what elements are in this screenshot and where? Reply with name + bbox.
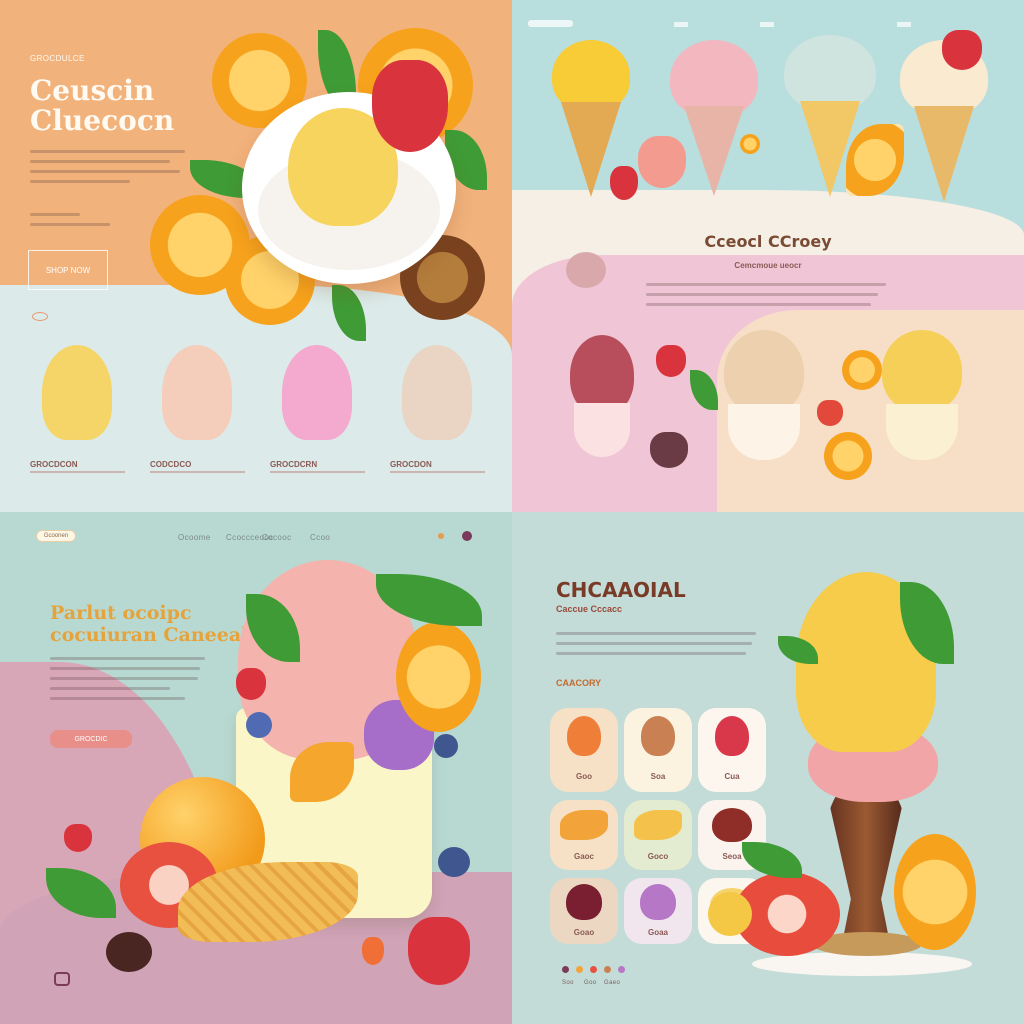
nav-link[interactable] bbox=[897, 22, 911, 27]
flavor-card-5[interactable]: Goco bbox=[624, 800, 692, 870]
shop-now-button[interactable]: SHOP NOW bbox=[28, 250, 108, 290]
strawberry-icon bbox=[372, 60, 448, 152]
product-label-2: CODCDCO bbox=[150, 460, 192, 469]
product-cone-strawberry[interactable] bbox=[670, 40, 758, 200]
hero-description bbox=[30, 150, 185, 190]
nav-link-3[interactable]: Cocooc bbox=[262, 533, 292, 542]
hero-title-line-2: cocuiuran Caneeall bbox=[50, 624, 256, 646]
hero-title: Ceuscin Cluecocn bbox=[30, 76, 174, 136]
color-swatches bbox=[562, 966, 632, 974]
flavor-card-7[interactable]: Goao bbox=[550, 878, 618, 944]
swatch-dot[interactable] bbox=[562, 966, 569, 973]
fig-half-icon bbox=[638, 136, 686, 188]
blueberry-icon bbox=[434, 734, 458, 758]
brand-logo[interactable] bbox=[528, 20, 573, 27]
product-divider bbox=[30, 471, 125, 473]
hero-title-line-1: Ceuscin bbox=[30, 74, 155, 107]
section-description bbox=[646, 283, 886, 313]
strawberry-icon bbox=[408, 917, 470, 985]
cart-dot-icon[interactable] bbox=[438, 533, 444, 539]
orange-slice-icon bbox=[894, 834, 976, 950]
strawberry-icon bbox=[610, 166, 638, 200]
section-heading: Cceocl CCroey bbox=[704, 232, 832, 251]
swatch-dot[interactable] bbox=[604, 966, 611, 973]
hero-title: Parlut ocoipc cocuiuran Caneeall bbox=[50, 602, 256, 646]
flavor-card-2[interactable]: Soa bbox=[624, 708, 692, 792]
hero-subdescription bbox=[30, 213, 110, 233]
swatch-dot[interactable] bbox=[576, 966, 583, 973]
product-cup-vanilla[interactable] bbox=[724, 330, 804, 464]
nav-link-4[interactable]: Ccoo bbox=[310, 533, 330, 542]
footer-link-3[interactable]: Gaeo bbox=[604, 980, 620, 986]
product-label-4: GROCDON bbox=[390, 460, 432, 469]
product-scoop-lemon[interactable] bbox=[42, 345, 112, 440]
decor-scoop-icon bbox=[566, 252, 606, 288]
product-scoop-vanilla[interactable] bbox=[402, 345, 472, 440]
product-label-1: GROCDCON bbox=[30, 460, 78, 469]
section-label: CAACORY bbox=[556, 678, 602, 688]
shop-button[interactable]: GROCDIC bbox=[50, 730, 132, 748]
product-label-3: GROCDCRN bbox=[270, 460, 318, 469]
hero-description bbox=[556, 632, 756, 662]
product-divider bbox=[270, 471, 365, 473]
product-divider bbox=[150, 471, 245, 473]
hero-title: CHCAAOIAL bbox=[556, 578, 686, 602]
hero-description bbox=[50, 657, 205, 707]
hero-panel-bottom-right: CHCAAOIAL Caccue Cccacc CAACORY Goo Soa … bbox=[512, 512, 1024, 1024]
footer-link-2[interactable]: Goo bbox=[584, 980, 597, 986]
flavor-card-4[interactable]: Gaoc bbox=[550, 800, 618, 870]
raspberry-icon bbox=[236, 668, 266, 700]
flavor-card-3[interactable]: Cua bbox=[698, 708, 766, 792]
product-divider bbox=[390, 471, 485, 473]
orange-slice-icon bbox=[824, 432, 872, 480]
hero-title-line-1: Parlut ocoipc bbox=[50, 602, 192, 624]
chocolate-icon bbox=[106, 932, 152, 972]
product-row: GROCDCON CODCDCO GROCDCRN GROCDON bbox=[0, 335, 512, 512]
account-icon[interactable] bbox=[462, 531, 472, 541]
chocolate-berry-icon bbox=[650, 432, 688, 468]
swatch-dot[interactable] bbox=[618, 966, 625, 973]
raspberry-icon bbox=[64, 824, 92, 852]
hero-subtitle: Caccue Cccacc bbox=[556, 604, 623, 614]
flavor-card-1[interactable]: Goo bbox=[550, 708, 618, 792]
blueberry-icon bbox=[246, 712, 272, 738]
goji-berry-icon bbox=[362, 937, 384, 965]
nav-link[interactable] bbox=[674, 22, 688, 27]
kicker-text: GROCDULCE bbox=[30, 54, 85, 63]
instagram-icon[interactable] bbox=[54, 972, 70, 986]
logo-mark-icon bbox=[32, 312, 48, 321]
brand-badge[interactable]: Gcoonen bbox=[36, 530, 76, 542]
orange-dot-icon bbox=[740, 134, 760, 154]
nav-link[interactable] bbox=[760, 22, 774, 27]
orange-slice-icon bbox=[396, 622, 481, 732]
product-cup-berry[interactable] bbox=[570, 335, 634, 459]
product-scoop-peach[interactable] bbox=[162, 345, 232, 440]
swatch-dot[interactable] bbox=[590, 966, 597, 973]
flavor-card-8[interactable]: Goaa bbox=[624, 878, 692, 944]
raspberry-icon bbox=[817, 400, 843, 426]
hero-panel-top-right: Cceocl CCroey Cemcmoue ueocr bbox=[512, 0, 1024, 512]
hero-panel-bottom-left: Gcoonen Ocoome Ccoccceooc Cocooc Ccoo Pa… bbox=[0, 512, 512, 1024]
mango-cube-icon bbox=[708, 892, 752, 936]
hero-title-line-2: Cluecocn bbox=[30, 104, 175, 137]
nav-link-1[interactable]: Ocoome bbox=[178, 533, 211, 542]
footer-link-1[interactable]: Soo bbox=[562, 980, 574, 986]
strawberry-icon bbox=[942, 30, 982, 70]
hero-panel-top-left: GROCDULCE Ceuscin Cluecocn SHOP NOW GROC… bbox=[0, 0, 512, 512]
orange-slice-icon bbox=[842, 350, 882, 390]
product-cup-lemon[interactable] bbox=[882, 330, 962, 464]
blueberry-icon bbox=[438, 847, 470, 877]
strawberry-icon bbox=[656, 345, 686, 377]
product-scoop-strawberry[interactable] bbox=[282, 345, 352, 440]
